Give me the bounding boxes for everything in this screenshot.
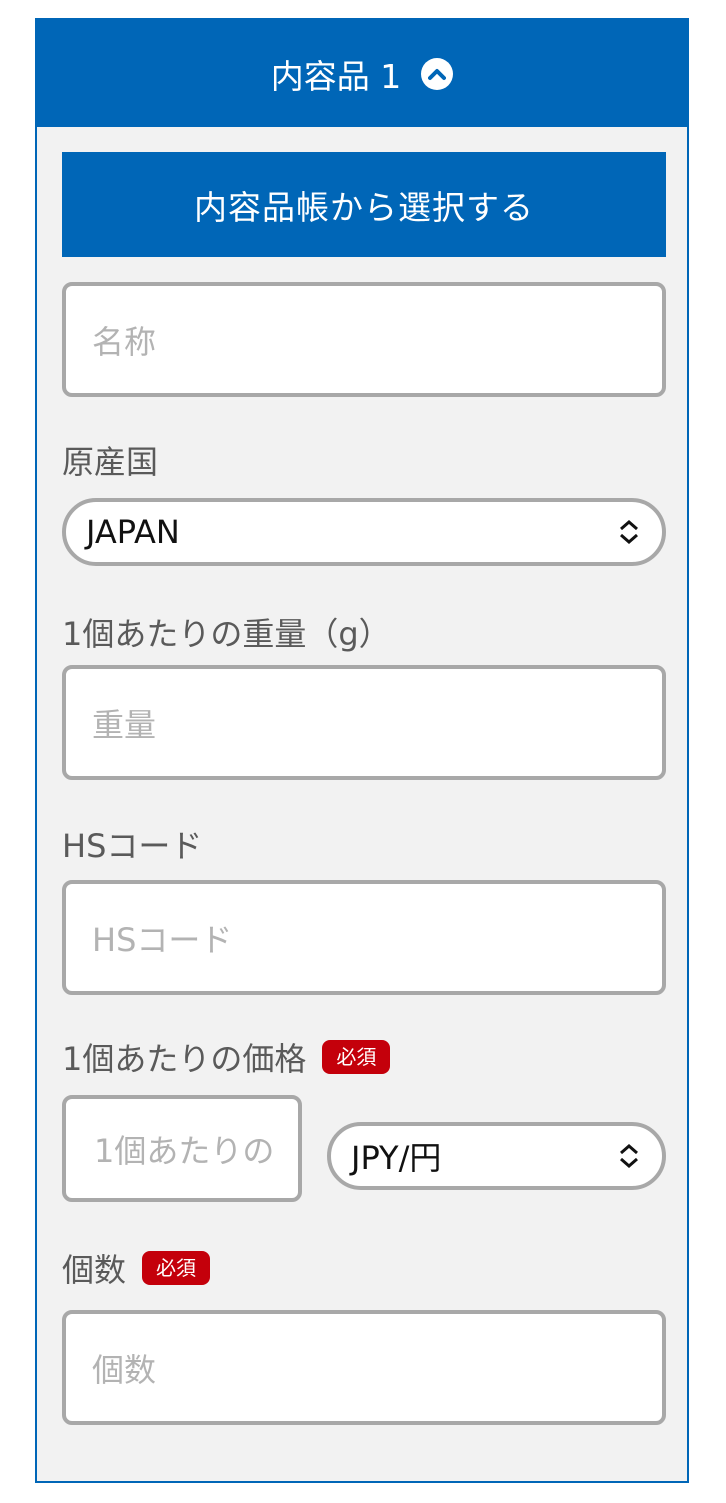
hs-code-input[interactable]: HSコード xyxy=(62,880,666,995)
quantity-label: 個数 xyxy=(62,1251,127,1289)
origin-value: JAPAN xyxy=(86,513,180,551)
weight-input[interactable]: 重量 xyxy=(62,665,666,780)
weight-label: 1個あたりの重量（g） xyxy=(62,615,391,653)
price-label-row: 1個あたりの価格 必須 xyxy=(62,1035,391,1079)
required-badge: 必須 xyxy=(142,1251,211,1285)
select-from-item-book-button[interactable]: 内容品帳から選択する xyxy=(62,152,666,257)
origin-label: 原産国 xyxy=(62,443,159,481)
name-input[interactable]: 名称 xyxy=(62,282,666,397)
content-item-panel: 内容品 1 内容品帳から選択する 名称 原産国 JAPAN 1個あたりの重量（g… xyxy=(35,18,689,1483)
currency-select[interactable]: JPY/円 xyxy=(327,1122,666,1190)
panel-title: 内容品 1 xyxy=(270,56,402,96)
chevron-up-icon[interactable] xyxy=(421,57,454,90)
price-label: 1個あたりの価格 xyxy=(62,1040,307,1078)
quantity-label-row: 個数 必須 xyxy=(62,1246,211,1290)
quantity-input[interactable]: 個数 xyxy=(62,1310,666,1425)
currency-value: JPY/円 xyxy=(351,1139,442,1177)
chevron-up-down-icon xyxy=(620,520,638,544)
required-badge: 必須 xyxy=(322,1040,391,1074)
price-input[interactable]: 1個あたりの xyxy=(62,1095,302,1202)
panel-header[interactable]: 内容品 1 xyxy=(37,20,687,127)
chevron-up-down-icon xyxy=(620,1144,638,1168)
hs-code-label: HSコード xyxy=(62,827,203,865)
origin-select[interactable]: JAPAN xyxy=(62,498,666,566)
